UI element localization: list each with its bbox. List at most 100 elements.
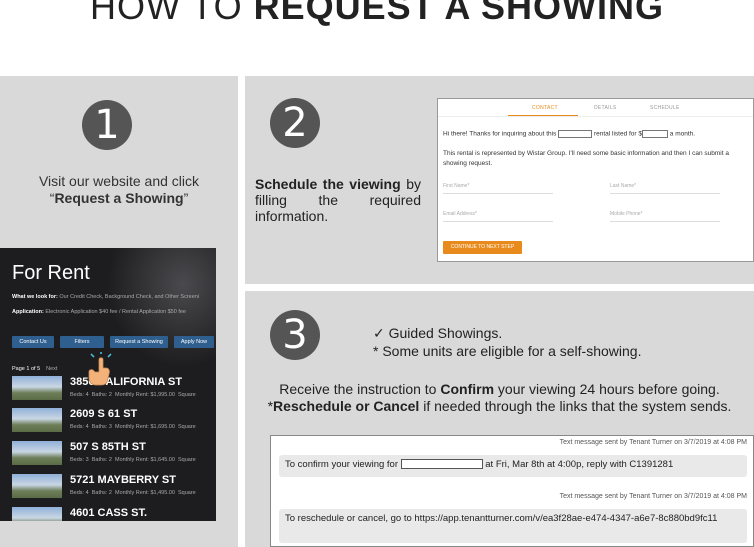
listing-item[interactable]: 4601 CASS ST. xyxy=(12,507,216,521)
step1-panel: 1 Visit our website and click “Request a… xyxy=(0,76,238,547)
email-underline xyxy=(443,221,553,222)
baths-label: Baths: xyxy=(91,424,108,430)
site-app-label: Application: xyxy=(12,309,44,315)
title-bold: REQUEST A SHOWING xyxy=(253,0,665,27)
rent-value: $1,995.00 xyxy=(150,392,175,398)
resched-post: if needed through the links that the sys… xyxy=(419,398,732,414)
reschedule-instruction: *Reschedule or Cancel if needed through … xyxy=(245,398,754,414)
redacted-address xyxy=(400,459,483,470)
confirm-bold: Confirm xyxy=(440,381,495,397)
baths-value: 2 xyxy=(108,457,112,463)
rent-label: Monthly Rent: xyxy=(114,490,149,496)
site-look-for: What we look for: Our Credit Check, Back… xyxy=(12,294,199,300)
form-description: This rental is represented by Wistar Gro… xyxy=(443,150,729,167)
baths-value: 3 xyxy=(108,424,112,430)
step3-panel: 3 ✓ Guided Showings. * Some units are el… xyxy=(245,291,754,547)
tab-divider xyxy=(438,116,753,117)
listing-thumbnail xyxy=(12,474,62,498)
apply-now-button[interactable]: Apply Now xyxy=(174,336,214,348)
contact-us-button[interactable]: Contact Us xyxy=(12,336,54,348)
redacted-price xyxy=(642,130,668,138)
page-title: HOW TO REQUEST A SHOWING xyxy=(0,0,754,28)
listing-thumbnail xyxy=(12,376,62,400)
resched-bold: Reschedule or Cancel xyxy=(273,398,420,414)
form-intro: Hi there! Thanks for inquiring about thi… xyxy=(443,130,695,138)
filters-button[interactable]: Filters xyxy=(60,336,104,348)
baths-label: Baths: xyxy=(91,457,108,463)
first-name-underline xyxy=(443,193,553,194)
rent-value: $1,695.00 xyxy=(150,424,175,430)
listing-item[interactable]: 507 S 85TH ST Beds: 3 Baths: 2 Monthly R… xyxy=(12,441,216,467)
last-name-field[interactable]: Last Name* xyxy=(610,183,636,189)
listing-address[interactable]: 507 S 85TH ST xyxy=(70,441,146,453)
site-look-label: What we look for: xyxy=(12,294,58,300)
tab-contact[interactable]: CONTACT xyxy=(532,105,558,111)
email-field[interactable]: Email Address* xyxy=(443,211,477,217)
intro-part-b: rental listed for $ xyxy=(592,130,642,138)
mobile-phone-field[interactable]: Mobile Phone* xyxy=(610,211,643,217)
site-application: Application: Electronic Application $40 … xyxy=(12,309,186,315)
listing-address[interactable]: 2609 S 61 ST xyxy=(70,408,137,420)
site-look-value: Our Credit Check, Background Check, and … xyxy=(59,294,200,300)
showing-request-form: CONTACT DETAILS SCHEDULE Hi there! Thank… xyxy=(437,98,754,262)
mobile-phone-underline xyxy=(610,221,720,222)
square-label: Square xyxy=(177,392,196,398)
title-light: HOW TO xyxy=(89,0,254,27)
beds-label: Beds: xyxy=(70,457,85,463)
next-link[interactable]: Next xyxy=(46,366,57,372)
beds-value: 4 xyxy=(85,490,89,496)
first-name-field[interactable]: First Name* xyxy=(443,183,469,189)
listing-item[interactable]: 5721 MAYBERRY ST Beds: 4 Baths: 2 Monthl… xyxy=(12,474,216,500)
listing-address[interactable]: 5721 MAYBERRY ST xyxy=(70,474,176,486)
sms-confirm-part-a: To confirm your viewing for xyxy=(285,459,401,470)
rent-label: Monthly Rent: xyxy=(114,424,149,430)
listing-item[interactable]: 2609 S 61 ST Beds: 4 Baths: 3 Monthly Re… xyxy=(12,408,216,434)
guided-showings-text: ✓ Guided Showings. xyxy=(373,325,503,341)
step2-text-bold: Schedule the viewing xyxy=(255,176,401,192)
intro-part-c: a month. xyxy=(668,130,696,138)
confirm-post: your viewing 24 hours before going. xyxy=(494,381,720,397)
step2-number: 2 xyxy=(270,98,320,148)
listing-address[interactable]: 4601 CASS ST. xyxy=(70,507,147,519)
step1-text-post: ” xyxy=(183,190,189,206)
site-heading: For Rent xyxy=(12,262,90,284)
request-showing-button[interactable]: Request a Showing xyxy=(110,336,168,348)
confirm-instruction: Receive the instruction to Confirm your … xyxy=(245,381,754,397)
sms-confirm-part-b: at Fri, Mar 8th at 4:00p, reply with C13… xyxy=(482,459,674,470)
beds-value: 4 xyxy=(85,392,89,398)
listing-thumbnail xyxy=(12,507,62,521)
listing-item[interactable]: 3856 CALIFORNIA ST Beds: 4 Baths: 2 Mont… xyxy=(12,376,216,402)
listing-meta: Beds: 4 Baths: 2 Monthly Rent: $1,995.00… xyxy=(70,392,196,398)
listing-thumbnail xyxy=(12,408,62,432)
listing-thumbnail xyxy=(12,441,62,465)
listing-meta: Beds: 3 Baths: 2 Monthly Rent: $1,645.00… xyxy=(70,457,196,463)
rent-label: Monthly Rent: xyxy=(114,457,149,463)
square-label: Square xyxy=(177,490,196,496)
rent-value: $1,645.00 xyxy=(150,457,175,463)
beds-value: 4 xyxy=(85,424,89,430)
baths-label: Baths: xyxy=(91,392,108,398)
intro-part-a: Hi there! Thanks for inquiring about thi… xyxy=(443,130,559,138)
baths-label: Baths: xyxy=(91,490,108,496)
tab-schedule[interactable]: SCHEDULE xyxy=(650,105,680,111)
step3-number: 3 xyxy=(270,310,320,360)
continue-button[interactable]: CONTINUE TO NEXT STEP xyxy=(443,241,522,254)
beds-label: Beds: xyxy=(70,490,85,496)
step2-panel: 2 Schedule the viewing by filling the re… xyxy=(245,76,754,284)
beds-label: Beds: xyxy=(70,424,85,430)
beds-label: Beds: xyxy=(70,392,85,398)
beds-value: 3 xyxy=(85,457,89,463)
site-hero-image xyxy=(106,248,216,368)
site-pagination: Page 1 of 5 Next xyxy=(12,366,57,372)
baths-value: 2 xyxy=(108,490,112,496)
last-name-underline xyxy=(610,193,720,194)
square-label: Square xyxy=(177,457,196,463)
tab-details[interactable]: DETAILS xyxy=(594,105,617,111)
sms-header: Text message sent by Tenant Turner on 3/… xyxy=(559,493,747,500)
pointer-hand-icon xyxy=(88,352,112,386)
active-tab-indicator xyxy=(508,115,578,116)
page-indicator: Page 1 of 5 xyxy=(12,366,41,372)
sms-header: Text message sent by Tenant Turner on 3/… xyxy=(559,439,747,446)
site-button-row: Contact Us Filters Request a Showing App… xyxy=(12,336,214,348)
baths-value: 2 xyxy=(108,392,112,398)
